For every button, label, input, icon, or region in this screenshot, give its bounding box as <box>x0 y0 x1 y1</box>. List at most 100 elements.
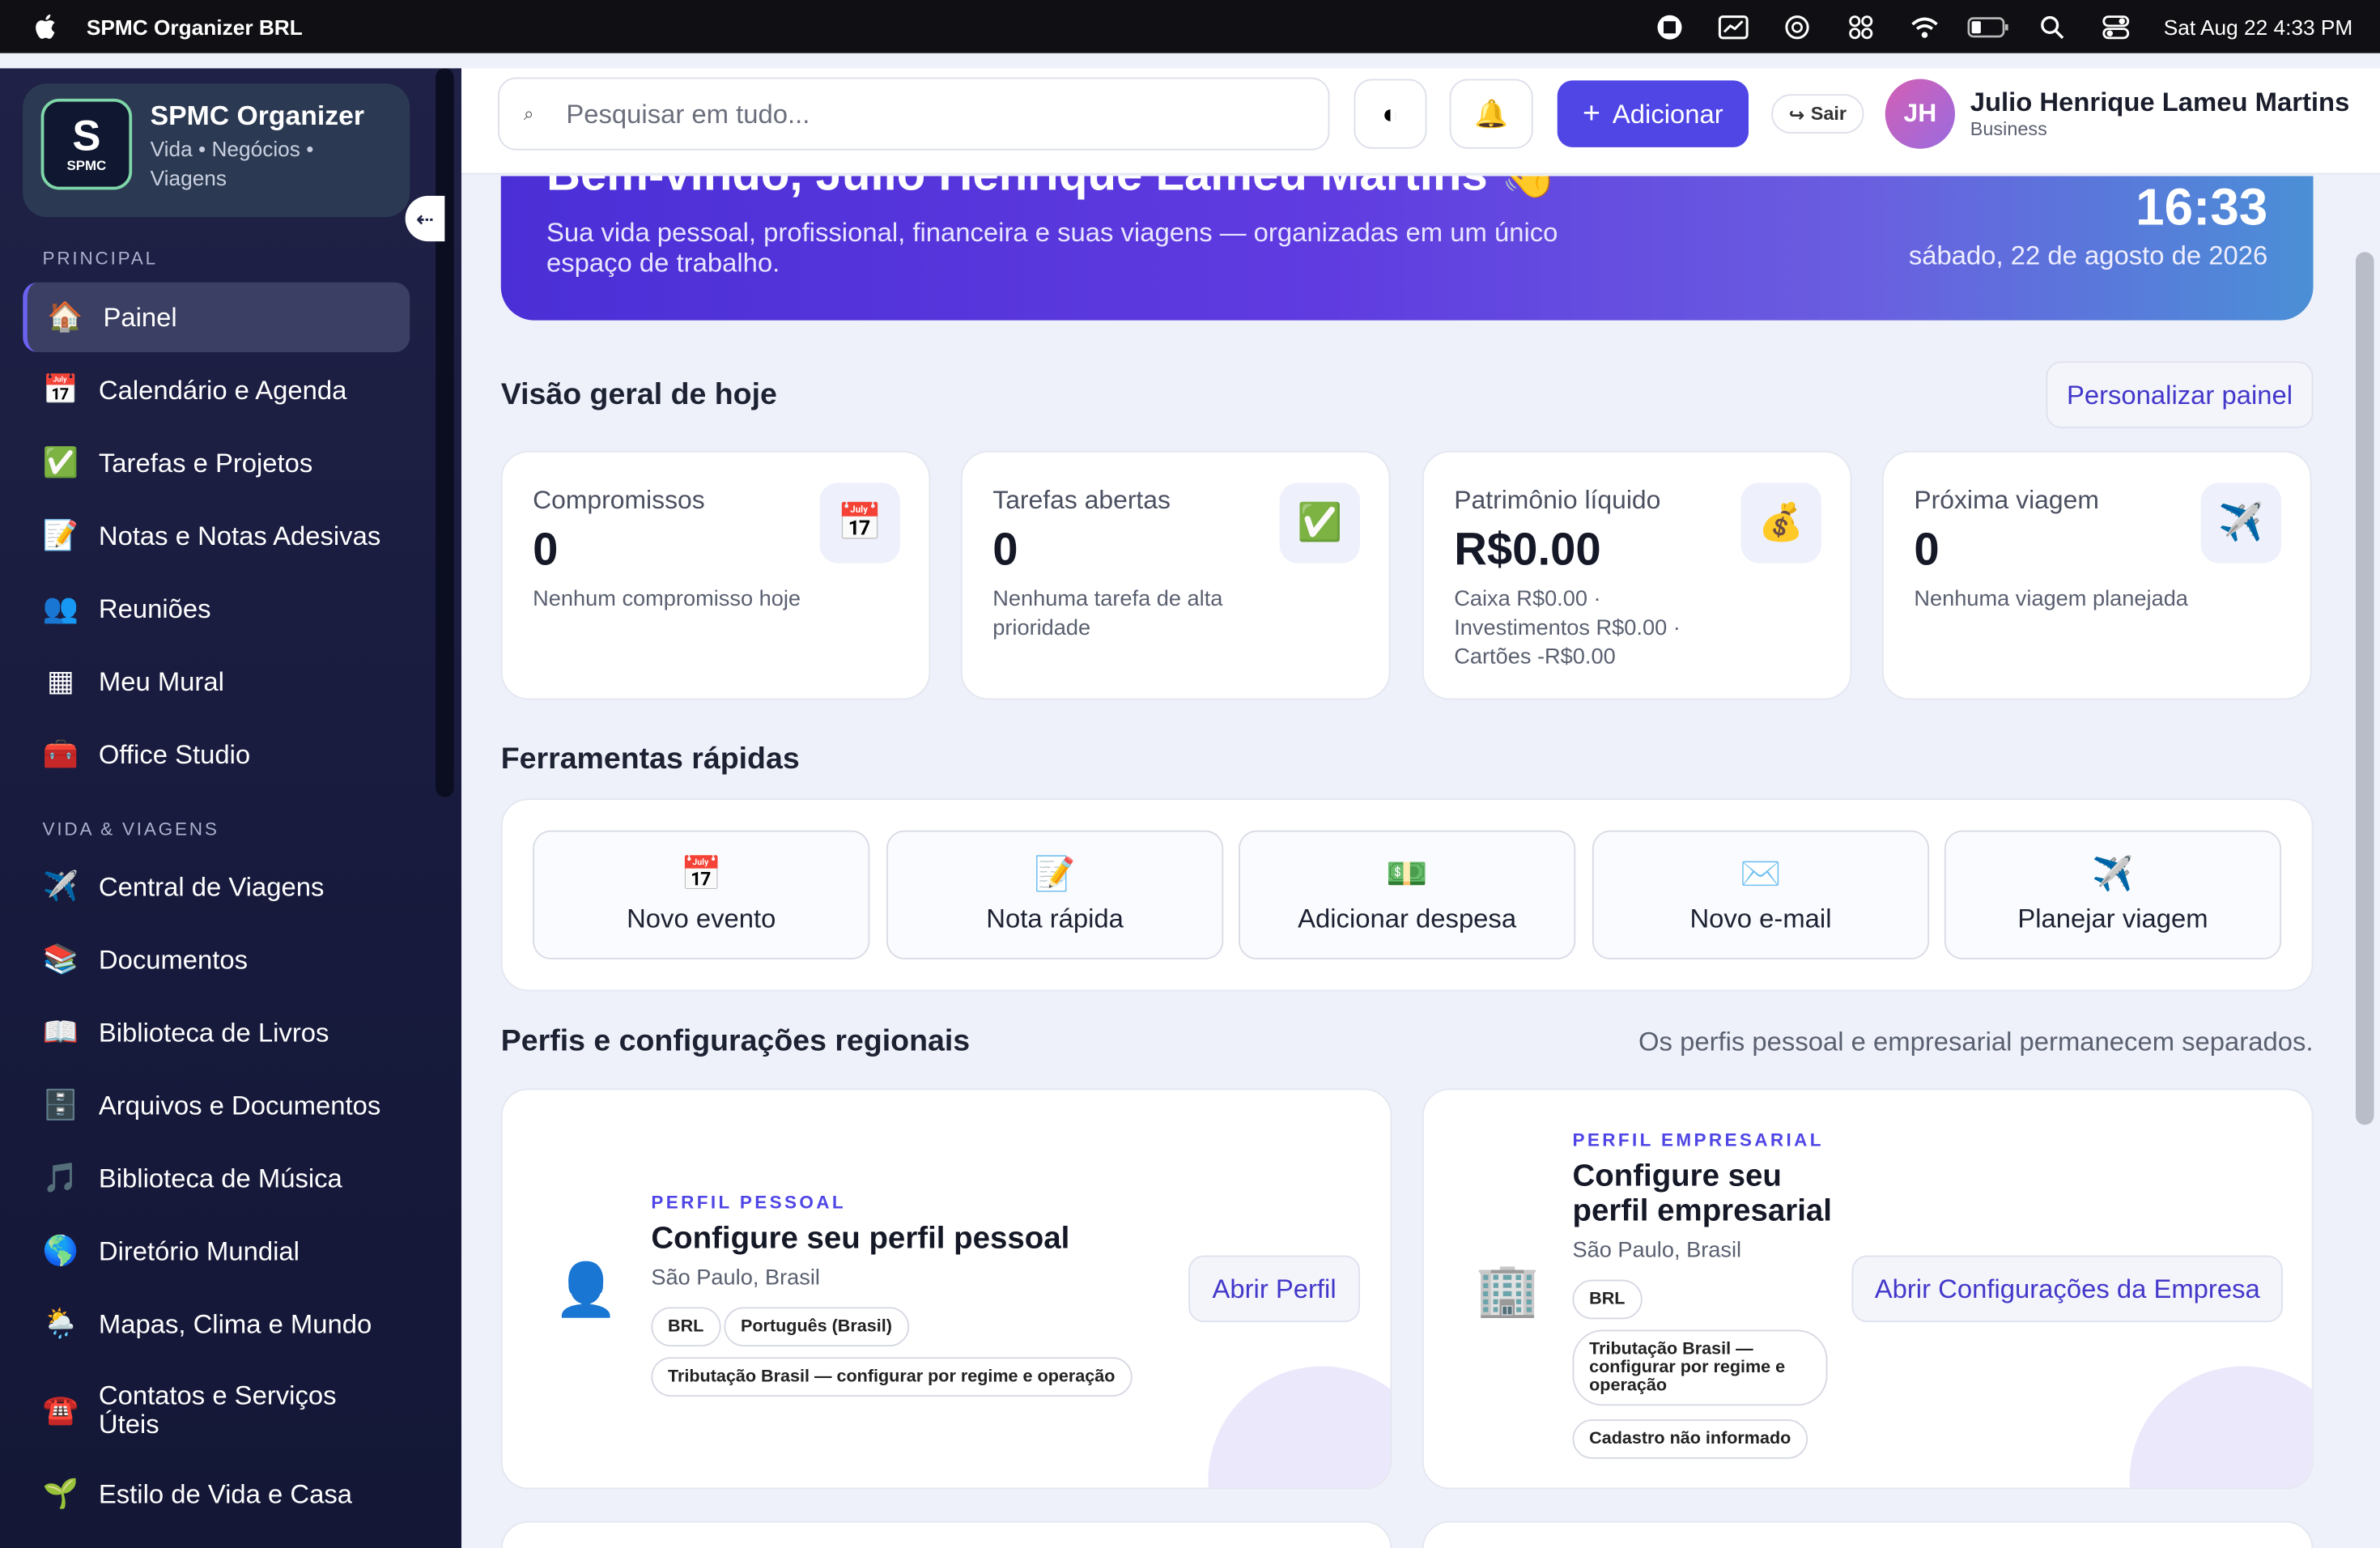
stat-card-compromissos[interactable]: Compromissos 0 Nenhum compromisso hoje 📅 <box>500 450 931 700</box>
memo-icon: 📝 <box>1034 854 1076 893</box>
control-grid-icon[interactable] <box>1830 0 1893 53</box>
user-role: Business <box>1970 118 2047 140</box>
brand-card[interactable]: S SPMC SPMC Organizer Vida • Negócios • … <box>23 83 410 218</box>
music-icon: 🎵 <box>42 1163 79 1195</box>
stat-card-viagem[interactable]: Próxima viagem 0 Nenhuma viagem planejad… <box>1882 450 2312 700</box>
apple-icon[interactable] <box>33 14 56 40</box>
people-icon: 👥 <box>42 593 79 626</box>
stat-value: R$0.00 <box>1454 525 1601 576</box>
sidebar-item-painel[interactable]: 🏠 Painel <box>23 282 410 352</box>
globe-icon: 🌎 <box>42 1235 79 1268</box>
calendar-icon: 📅 <box>680 854 722 893</box>
sidebar-item-diretorio[interactable]: 🌎 Diretório Mundial <box>23 1216 410 1286</box>
tool-novo-evento-button[interactable]: 📅 Novo evento <box>533 830 870 959</box>
sidebar-item-mural[interactable]: ▦ Meu Mural <box>23 647 410 717</box>
search-box[interactable]: ⌕ <box>498 77 1330 151</box>
welcome-title: Bem-vindo, Julio Henrique Lameu Martins … <box>546 176 1559 202</box>
sidebar-item-viagens[interactable]: ✈️ Central de Viagens <box>23 852 410 921</box>
sidebar-item-label: Painel <box>103 301 177 332</box>
main-scrollbar[interactable] <box>2356 252 2374 1125</box>
open-profile-button[interactable]: Abrir Perfil <box>1188 1255 1360 1323</box>
logout-button[interactable]: ↪ Sair <box>1771 94 1864 134</box>
sidebar-scrollbar[interactable] <box>436 68 454 797</box>
sidebar-item-calendario[interactable]: 📅 Calendário e Agenda <box>23 355 410 425</box>
stat-card-patrimonio[interactable]: Patrimônio líquido R$0.00 Caixa R$0.00 ·… <box>1422 450 1852 700</box>
sidebar-item-arquivos[interactable]: 🗄️ Arquivos e Documentos <box>23 1070 410 1140</box>
search-icon: ⌕ <box>523 102 534 124</box>
app-name[interactable]: SPMC Organizer BRL <box>87 15 303 39</box>
profile-kicker: PERFIL EMPRESARIAL <box>1572 1129 1824 1151</box>
stat-card-tarefas[interactable]: Tarefas abertas 0 Nenhuma tarefa de alta… <box>960 450 1391 700</box>
section-vida-viagens: VIDA & VIAGENS <box>42 818 219 840</box>
open-company-settings-button[interactable]: Abrir Configurações da Empresa <box>1851 1255 2283 1323</box>
sidebar-item-mapas[interactable]: 🌦️ Mapas, Clima e Mundo <box>23 1289 410 1359</box>
sidebar-item-estilo-vida[interactable]: 🌱 Estilo de Vida e Casa <box>23 1459 410 1529</box>
airplane-icon: ✈️ <box>2092 854 2134 893</box>
openai-icon[interactable] <box>1766 0 1830 53</box>
sidebar-item-reunioes[interactable]: 👥 Reuniões <box>23 574 410 644</box>
sidebar-item-contatos[interactable]: ☎️ Contatos e Serviços Úteis <box>23 1371 410 1450</box>
sidebar-item-documentos[interactable]: 📚 Documentos <box>23 925 410 994</box>
sidebar-item-office-studio[interactable]: 🧰 Office Studio <box>23 720 410 789</box>
tools-title: Ferramentas rápidas <box>500 742 800 776</box>
collapse-sidebar-button[interactable]: ⇠ <box>405 195 445 242</box>
stat-description: Nenhuma tarefa de alta prioridade <box>992 587 1223 641</box>
grid-icon: ▦ <box>47 666 74 698</box>
wifi-icon[interactable] <box>1893 0 1957 53</box>
search-input[interactable] <box>566 97 1295 130</box>
stat-value: 0 <box>533 525 559 576</box>
profiles-title: Perfis e configurações regionais <box>500 1024 971 1058</box>
stat-description: Nenhuma viagem planejada <box>1914 587 2188 612</box>
spotlight-search-icon[interactable] <box>2021 0 2085 53</box>
business-profile-card: 🏢 PERFIL EMPRESARIAL Configure seu perfi… <box>1422 1088 2314 1490</box>
tool-nota-rapida-button[interactable]: 📝 Nota rápida <box>886 830 1224 959</box>
sidebar-item-label: Notas e Notas Adesivas <box>98 520 381 551</box>
avatar[interactable]: JH <box>1885 79 1955 149</box>
control-center-icon[interactable] <box>2085 0 2148 53</box>
calendar-icon: 📅 <box>819 483 900 563</box>
chip-currency: BRL <box>651 1307 720 1347</box>
tool-adicionar-despesa-button[interactable]: 💵 Adicionar despesa <box>1239 830 1576 959</box>
stat-label: Patrimônio líquido <box>1454 486 1661 515</box>
notifications-button[interactable]: 🔔 <box>1449 79 1533 149</box>
brand-title: SPMC Organizer <box>150 100 365 131</box>
profile-location: São Paulo, Brasil <box>1572 1239 1742 1263</box>
stat-label: Tarefas abertas <box>992 486 1171 515</box>
menu-bar: SPMC Organizer BRL Sat Aug 22 4:33 PM <box>0 0 2380 53</box>
sidebar-item-tarefas[interactable]: ✅ Tarefas e Projetos <box>23 428 410 498</box>
activity-monitor-icon[interactable] <box>1702 0 1766 53</box>
stat-value: 0 <box>992 525 1018 576</box>
tool-novo-email-button[interactable]: ✉️ Novo e-mail <box>1592 830 1930 959</box>
plus-icon: + <box>1583 96 1600 130</box>
stat-value: 0 <box>1914 525 1940 576</box>
sidebar-item-label: Office Studio <box>98 738 251 769</box>
airplane-icon: ✈️ <box>42 871 79 904</box>
battery-icon[interactable] <box>1957 0 2021 53</box>
quick-tools-panel: 📅 Novo evento 📝 Nota rápida 💵 Adicionar … <box>500 798 2314 992</box>
calendar-icon: 📅 <box>42 375 79 407</box>
books-icon: 📚 <box>42 944 79 976</box>
sidebar-item-label: Biblioteca de Música <box>98 1162 342 1193</box>
home-icon: 🏠 <box>47 302 83 334</box>
profile-location: São Paulo, Brasil <box>651 1265 820 1291</box>
menubar-clock[interactable]: Sat Aug 22 4:33 PM <box>2164 15 2352 39</box>
theme-toggle-button[interactable]: ◐ <box>1354 79 1427 149</box>
sidebar-item-musica[interactable]: 🎵 Biblioteca de Música <box>23 1143 410 1213</box>
next-card-right <box>1422 1520 2314 1548</box>
add-button[interactable]: + Adicionar <box>1557 80 1749 147</box>
sidebar-item-label: Diretório Mundial <box>98 1235 300 1265</box>
status-app-icon[interactable] <box>1638 0 1702 53</box>
check-icon: ✅ <box>1279 483 1360 563</box>
welcome-subtitle: Sua vida pessoal, profissional, financei… <box>546 217 1558 279</box>
user-name[interactable]: Julio Henrique Lameu Martins <box>1970 87 2350 118</box>
personal-profile-card: 👤 PERFIL PESSOAL Configure seu perfil pe… <box>500 1088 1392 1490</box>
tool-planejar-viagem-button[interactable]: ✈️ Planejar viagem <box>1944 830 2282 959</box>
profile-title: Configure seu perfil empresarial <box>1572 1158 1832 1228</box>
sidebar-item-label: Biblioteca de Livros <box>98 1016 329 1047</box>
sidebar-item-livros[interactable]: 📖 Biblioteca de Livros <box>23 997 410 1067</box>
chip-tax: Tributação Brasil — configurar por regim… <box>651 1357 1133 1397</box>
sidebar-item-notas[interactable]: 📝 Notas e Notas Adesivas <box>23 501 410 571</box>
sidebar-item-label: Meu Mural <box>98 666 224 696</box>
customize-dashboard-button[interactable]: Personalizar painel <box>2046 361 2314 428</box>
check-icon: ✅ <box>42 448 79 480</box>
